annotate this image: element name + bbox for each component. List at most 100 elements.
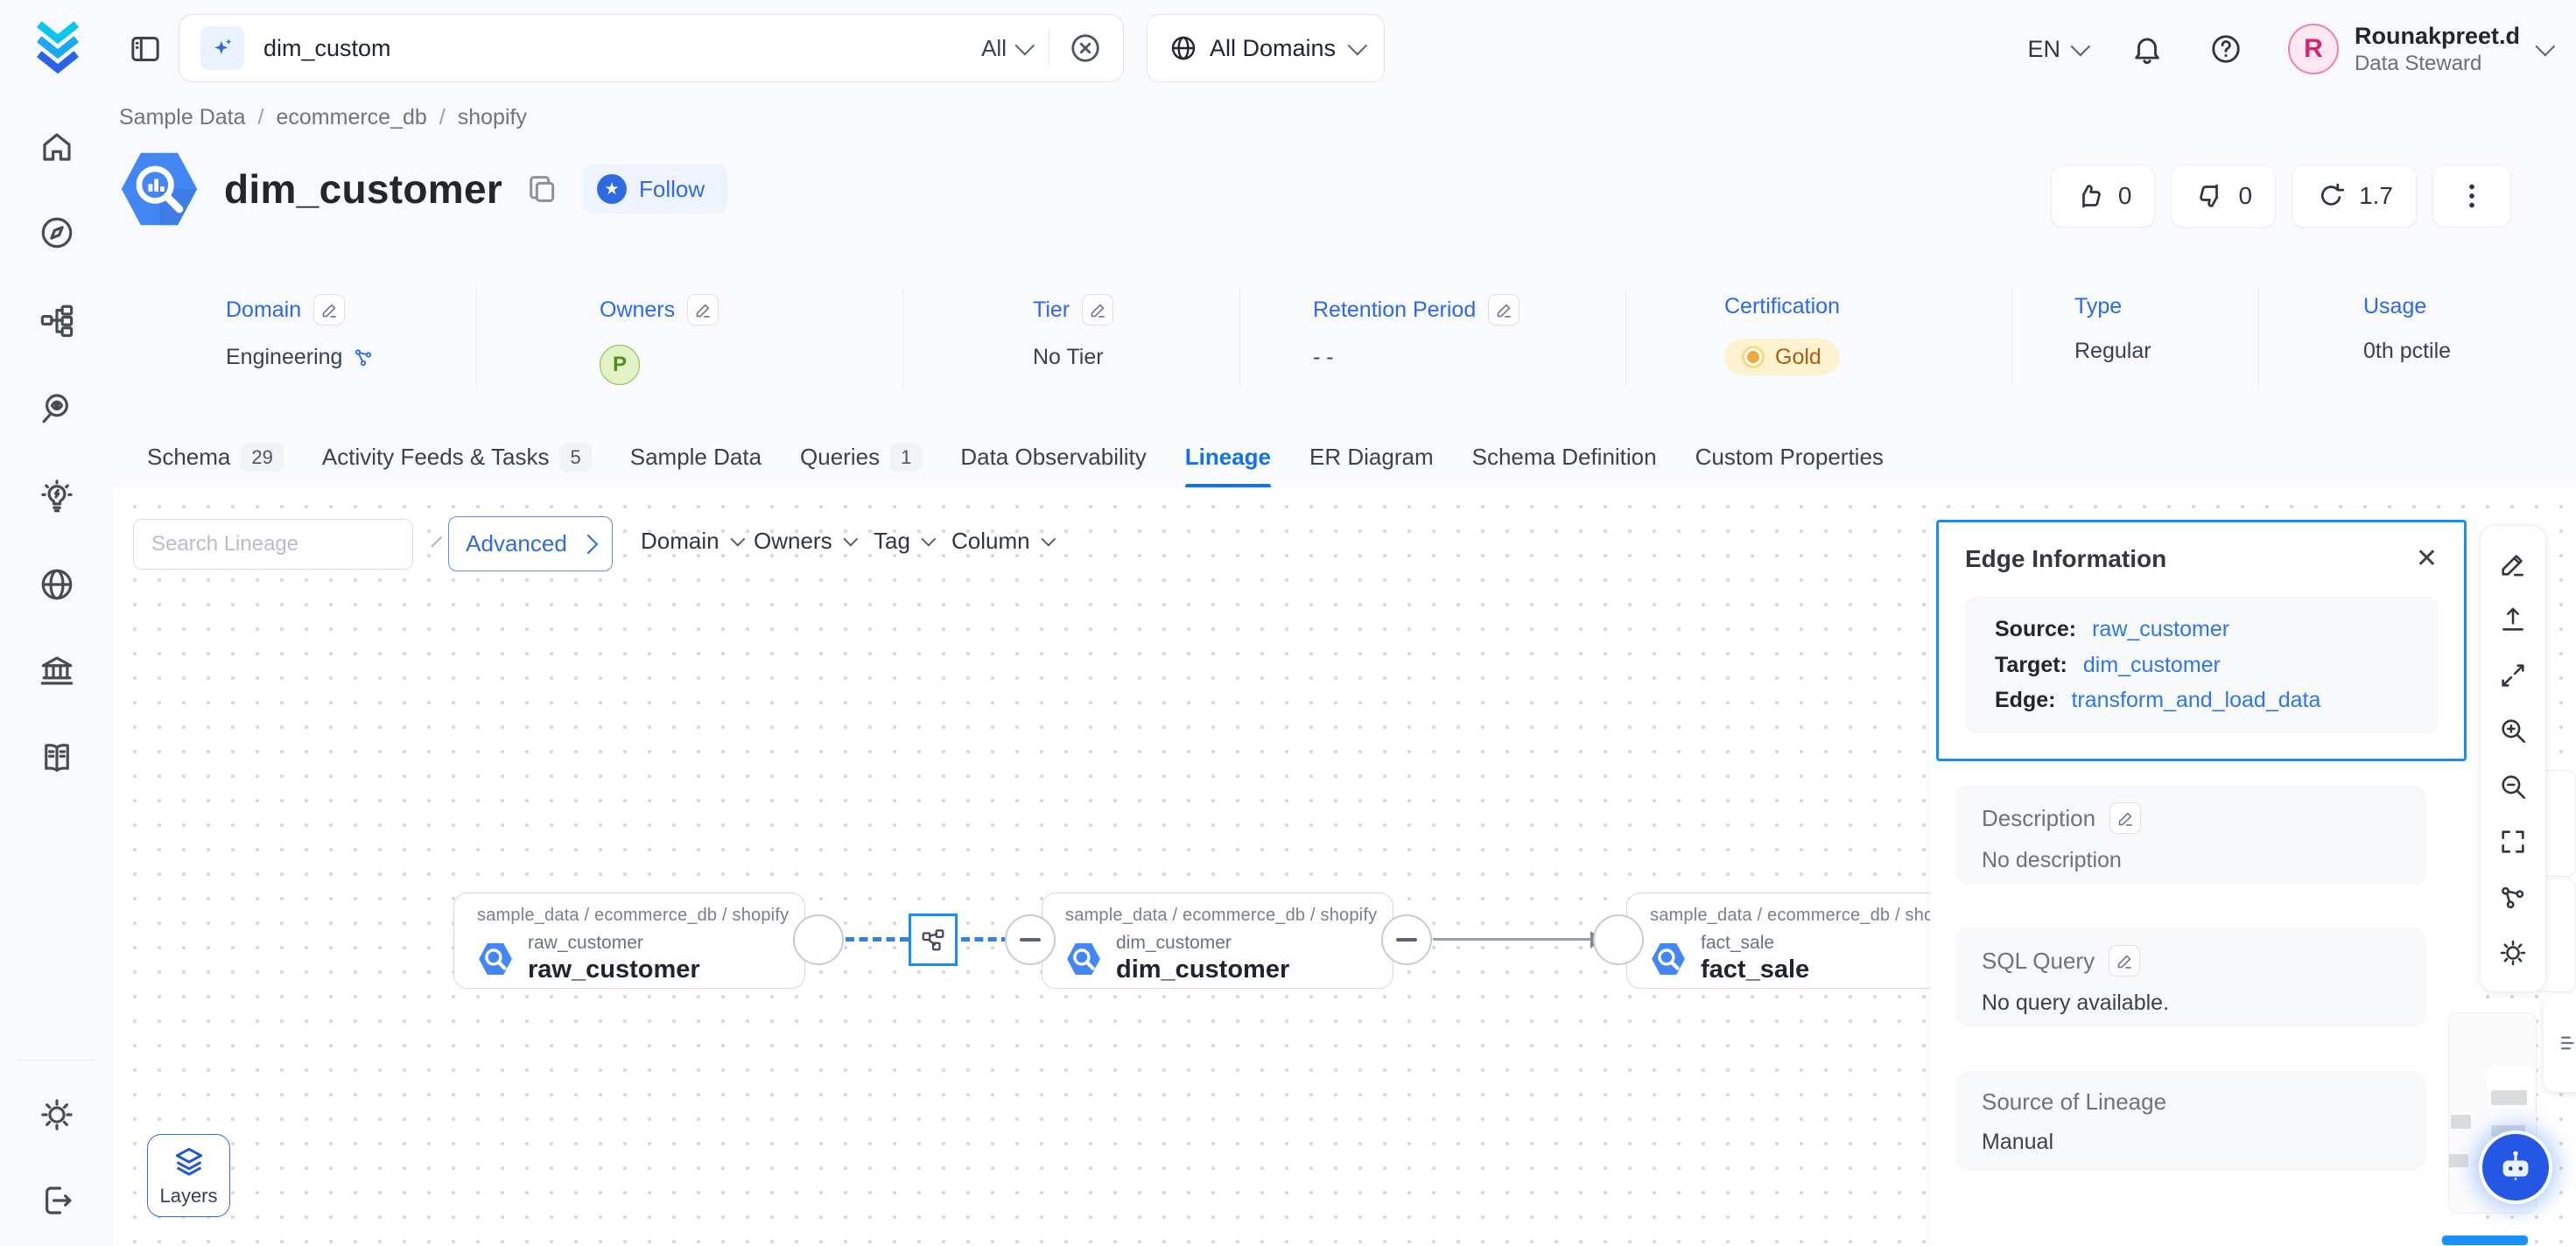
usage-label[interactable]: Usage [2363, 294, 2426, 319]
sidebar-item-observability[interactable] [0, 383, 114, 432]
more-options-button[interactable] [2432, 164, 2511, 228]
app-logo-icon[interactable] [28, 18, 88, 80]
sidebar-item-insights[interactable] [0, 472, 114, 522]
breadcrumb-link[interactable]: shopify [458, 105, 527, 130]
filter-column-dropdown[interactable]: Column [951, 528, 1051, 555]
sidebar-item-home[interactable] [0, 122, 114, 172]
metadata-retention: Retention Period - - [1240, 289, 1626, 387]
entity-tabs: Schema29 Activity Feeds & Tasks5 Sample … [114, 427, 2576, 488]
owners-label[interactable]: Owners [600, 298, 675, 323]
version-button[interactable]: 1.7 [2292, 164, 2417, 228]
node-breadcrumb: sample_data / ecommerce_db / shopify [1650, 906, 1977, 926]
edge-name-link[interactable]: transform_and_load_data [2071, 688, 2320, 713]
lineage-search-input[interactable] [151, 532, 423, 556]
global-search-bar[interactable]: All [179, 14, 1124, 82]
sidebar-toggle-icon[interactable] [128, 32, 163, 66]
notifications-bell-icon[interactable] [2130, 32, 2164, 66]
search-input[interactable] [263, 35, 962, 62]
upvote-button[interactable]: 0 [2051, 164, 2156, 228]
lineage-edge-selected[interactable] [846, 937, 909, 942]
edit-sql-query-button[interactable] [2109, 945, 2140, 976]
tab-activity-feeds[interactable]: Activity Feeds & Tasks5 [322, 427, 592, 487]
zoom-in-icon[interactable] [2498, 716, 2528, 746]
tab-lineage[interactable]: Lineage [1185, 427, 1271, 487]
assistant-chatbot-button[interactable] [2482, 1134, 2549, 1200]
compass-icon [39, 214, 75, 251]
sidebar-item-govern[interactable] [0, 646, 114, 695]
type-label[interactable]: Type [2074, 294, 2122, 319]
collapse-connector[interactable] [1381, 914, 1432, 965]
filter-owners-dropdown[interactable]: Owners [754, 528, 853, 555]
filter-domain-dropdown[interactable]: Domain [641, 528, 741, 555]
node-connector[interactable] [1593, 914, 1644, 965]
edge-pipeline-button[interactable] [909, 914, 958, 966]
search-scope-dropdown[interactable]: All [981, 35, 1029, 62]
horizontal-scrollbar[interactable] [2442, 1236, 2528, 1245]
domain-label[interactable]: Domain [226, 298, 301, 323]
lineage-search-box[interactable] [133, 519, 413, 570]
lineage-node-raw-customer[interactable]: sample_data / ecommerce_db / shopify raw… [453, 892, 805, 989]
edit-owners-button[interactable] [687, 294, 719, 326]
lineage-settings-icon[interactable] [2498, 938, 2528, 968]
help-icon[interactable] [2209, 32, 2243, 66]
node-connector[interactable] [793, 914, 844, 965]
domain-value[interactable]: Engineering [226, 345, 342, 370]
copy-icon[interactable] [525, 172, 560, 206]
close-icon[interactable]: ✕ [2416, 546, 2438, 572]
node-breadcrumb: sample_data / ecommerce_db / shopify [477, 906, 804, 926]
collapse-connector[interactable] [1005, 914, 1056, 965]
language-selector[interactable]: EN [2027, 36, 2085, 63]
sidebar-item-settings[interactable] [0, 1090, 114, 1139]
search-scope-label: All [981, 35, 1007, 62]
tab-schema[interactable]: Schema29 [147, 427, 284, 487]
retention-label[interactable]: Retention Period [1313, 298, 1476, 323]
lineage-edge-selected[interactable] [961, 937, 1010, 942]
edit-retention-button[interactable] [1488, 294, 1520, 326]
layers-button[interactable]: Layers [147, 1134, 230, 1217]
lineage-edge[interactable] [1433, 938, 1590, 941]
node-caption: fact_sale [1701, 933, 1809, 954]
advanced-search-button[interactable]: Advanced [448, 516, 613, 571]
tier-label[interactable]: Tier [1033, 298, 1070, 323]
metadata-row: Domain Engineering Owners P Tier No Tier… [114, 289, 2576, 387]
follow-button[interactable]: ★ Follow [583, 164, 727, 214]
tab-schema-definition[interactable]: Schema Definition [1472, 427, 1657, 487]
breadcrumb-link[interactable]: Sample Data [119, 105, 246, 130]
tab-custom-properties[interactable]: Custom Properties [1695, 427, 1884, 487]
owner-avatar[interactable]: P [600, 345, 640, 385]
downvote-button[interactable]: 0 [2171, 164, 2276, 228]
lineage-node-dim-customer[interactable]: sample_data / ecommerce_db / shopify dim… [1042, 892, 1393, 989]
sidebar-item-explore[interactable] [0, 208, 114, 257]
fit-view-icon[interactable] [2498, 661, 2528, 690]
lineage-canvas[interactable]: Advanced Domain Owners Tag Column sample… [114, 487, 2576, 1246]
user-menu[interactable]: R Rounakpreet.d Data Steward [2288, 22, 2550, 76]
fullscreen-icon[interactable] [2498, 827, 2528, 857]
edge-target-link[interactable]: dim_customer [2083, 653, 2221, 678]
lineage-node-fact-sale[interactable]: sample_data / ecommerce_db / shopify fac… [1626, 892, 1978, 989]
certification-label[interactable]: Certification [1724, 294, 1840, 319]
edit-lineage-icon[interactable] [2498, 550, 2528, 579]
all-domains-button[interactable]: All Domains [1147, 14, 1385, 82]
clear-search-icon[interactable] [1069, 32, 1102, 65]
tab-er-diagram[interactable]: ER Diagram [1309, 427, 1434, 487]
rearrange-nodes-icon[interactable] [2498, 883, 2528, 913]
tab-sample-data[interactable]: Sample Data [630, 427, 762, 487]
tab-queries[interactable]: Queries1 [800, 427, 922, 487]
floating-control-partial[interactable] [2544, 994, 2576, 1092]
sidebar-item-lineage[interactable] [0, 296, 114, 345]
edit-tier-button[interactable] [1082, 294, 1113, 326]
tab-data-observability[interactable]: Data Observability [960, 427, 1146, 487]
pencil-icon [1495, 301, 1513, 319]
sidebar-item-glossary[interactable] [0, 733, 114, 782]
breadcrumb-link[interactable]: ecommerce_db [276, 105, 426, 130]
sidebar-item-domains[interactable] [0, 560, 114, 609]
zoom-out-icon[interactable] [2498, 772, 2528, 802]
edit-description-button[interactable] [2109, 802, 2141, 834]
export-icon[interactable] [2498, 605, 2528, 634]
sidebar-item-logout[interactable] [0, 1176, 114, 1225]
ai-sparkle-icon[interactable] [200, 26, 244, 70]
edge-source-link[interactable]: raw_customer [2092, 617, 2229, 642]
edit-domain-button[interactable] [313, 294, 345, 326]
filter-tag-dropdown[interactable]: Tag [874, 528, 931, 555]
app-sidebar [0, 98, 114, 1246]
